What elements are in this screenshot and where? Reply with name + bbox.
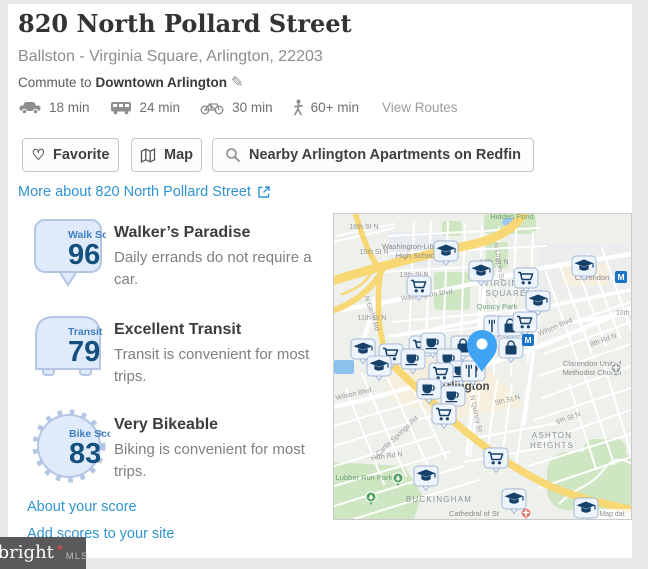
commute-prefix: Commute to <box>18 75 92 90</box>
transit-score-badge-icon: Transit Score 79 <box>30 313 106 381</box>
map-label: Quincy Park <box>477 302 518 311</box>
bike-commute: 30 min <box>199 100 273 115</box>
bus-commute: 24 min <box>109 100 181 115</box>
walk-time: 60+ min <box>311 100 359 115</box>
bright-mls-logo: bright ✱ MLS <box>0 537 86 569</box>
metro-station-icon: M <box>615 271 627 283</box>
map-label: Map <box>164 147 193 163</box>
map-label: BUCKINGHAM <box>406 495 472 504</box>
map-label: 16th St N <box>349 224 378 231</box>
transit-score-heading: Excellent Transit <box>114 321 332 339</box>
walk-score-heading: Walker’s Paradise <box>114 224 332 242</box>
transit-score-value: 79 <box>68 336 100 368</box>
map-label: 10th S <box>616 310 631 317</box>
walk-commute: 60+ min <box>292 99 359 116</box>
walk-score-badge-icon: Walk Score 96 <box>30 216 106 290</box>
about-your-score-link[interactable]: About your score <box>27 499 137 515</box>
transit-score-description: Transit is convenient for most trips. <box>114 344 332 388</box>
address-subtitle: Ballston - Virginia Square, Arlington, 2… <box>18 48 323 66</box>
nearby-apartments-button[interactable]: Nearby Arlington Apartments on Redfin <box>212 138 534 172</box>
more-about-text: More about 820 North Pollard Street <box>18 184 251 200</box>
svg-text:M: M <box>617 272 624 282</box>
map-label: SQUARE <box>486 289 527 298</box>
bright-mls-suffix: MLS <box>66 551 89 562</box>
favorite-button[interactable]: ♡ Favorite <box>22 138 119 172</box>
more-about-link[interactable]: More about 820 North Pollard Street <box>18 184 271 200</box>
commute-destination: Downtown Arlington <box>96 75 227 90</box>
car-time: 18 min <box>49 100 90 115</box>
bike-time: 30 min <box>232 100 273 115</box>
bike-icon <box>199 100 225 115</box>
map-label: HEIGHTS <box>530 441 574 450</box>
external-link-icon <box>257 185 271 199</box>
bike-score-value: 83 <box>69 438 101 470</box>
page-title: 820 North Pollard Street <box>18 9 352 38</box>
commute-line: Commute to Downtown Arlington ✎ <box>18 75 244 90</box>
listing-card: 820 North Pollard Street Ballston - Virg… <box>8 4 632 558</box>
bright-mls-brand: bright <box>0 544 54 562</box>
favorite-label: Favorite <box>53 147 109 163</box>
metro-station-icon: M <box>522 334 534 346</box>
map-label: Hidden Pond <box>490 214 533 221</box>
logo-star-icon: ✱ <box>57 544 63 552</box>
walk-score-value: 96 <box>68 239 100 271</box>
edit-pencil-icon[interactable]: ✎ <box>231 75 244 90</box>
bike-score-description: Biking is convenient for most trips. <box>114 439 332 483</box>
map-attribution: Map dat <box>599 511 624 518</box>
nearby-label: Nearby Arlington Apartments on Redfin <box>249 147 521 163</box>
map-label: High School <box>396 251 437 260</box>
view-routes-link[interactable]: View Routes <box>382 100 458 115</box>
svg-text:M: M <box>524 335 531 345</box>
map-button[interactable]: Map <box>131 138 202 172</box>
bus-time: 24 min <box>140 100 181 115</box>
bike-score-badge-icon: Bike Score 83 <box>30 408 110 484</box>
walk-icon <box>292 99 304 116</box>
search-icon <box>225 147 241 163</box>
car-icon <box>18 100 42 115</box>
car-commute: 18 min <box>18 100 90 115</box>
heart-icon: ♡ <box>32 148 45 163</box>
map-label: Cathedral of St <box>449 509 500 518</box>
map-icon <box>140 148 156 163</box>
commute-times-row: 18 min 24 min 30 min <box>18 99 458 116</box>
grad-marker-icon[interactable] <box>574 498 598 519</box>
bike-score-heading: Very Bikeable <box>114 416 332 434</box>
walk-score-description: Daily errands do not require a car. <box>114 247 332 291</box>
map-label: ASHTON <box>532 431 572 440</box>
map-label: Lubber Run Park <box>336 473 393 482</box>
bus-icon <box>109 100 133 115</box>
neighborhood-map[interactable]: Hidden Pond16th St N15th St N13th St N14… <box>333 213 632 520</box>
